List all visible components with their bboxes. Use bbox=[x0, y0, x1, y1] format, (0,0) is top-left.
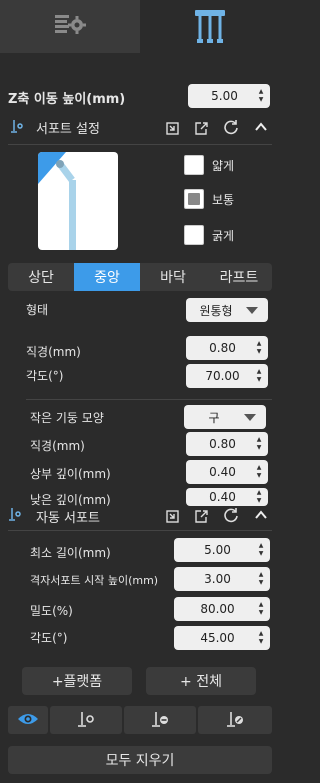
tab-bottom[interactable]: 바닥 bbox=[140, 263, 206, 291]
spin-arrows-icon[interactable]: ▲ ▼ bbox=[253, 488, 265, 506]
shape-value: 원통형 bbox=[199, 303, 233, 318]
diameter-label: 직경(mm) bbox=[26, 345, 81, 359]
z-move-label: Z축 이동 높이(mm) bbox=[8, 92, 126, 107]
shape-select[interactable]: 원통형 bbox=[186, 298, 268, 322]
add-all-button[interactable]: + 전체 bbox=[146, 667, 256, 695]
auto-angle-label: 각도(°) bbox=[30, 631, 68, 645]
auto-support-small-icon bbox=[8, 506, 22, 525]
reset-icon[interactable] bbox=[222, 506, 240, 524]
angle-label: 각도(°) bbox=[26, 369, 64, 383]
top-depth-input[interactable]: 0.40 ▲ ▼ bbox=[186, 460, 268, 484]
small-diameter-input[interactable]: 0.80 ▲ ▼ bbox=[186, 432, 268, 456]
grid-start-height-value: 3.00 bbox=[204, 572, 231, 586]
small-pillar-value: 구 bbox=[208, 410, 220, 425]
spin-arrows-icon[interactable]: ▲ ▼ bbox=[253, 460, 265, 484]
spin-arrows-icon[interactable]: ▲ ▼ bbox=[253, 364, 265, 388]
export-icon[interactable] bbox=[192, 119, 210, 137]
tab-middle[interactable]: 중앙 bbox=[74, 263, 140, 291]
density-value: 80.00 bbox=[200, 602, 235, 616]
small-diameter-label: 직경(mm) bbox=[30, 439, 85, 453]
collapse-icon[interactable] bbox=[252, 118, 270, 136]
visibility-toggle[interactable] bbox=[8, 706, 48, 734]
collapse-icon[interactable] bbox=[252, 506, 270, 524]
auto-support-title: 자동 서포트 bbox=[36, 511, 100, 526]
diameter-input[interactable]: 0.80 ▲ ▼ bbox=[186, 336, 268, 360]
spin-arrows-icon[interactable]: ▲ ▼ bbox=[255, 626, 267, 650]
tab-top[interactable]: 상단 bbox=[8, 263, 74, 291]
tab-settings[interactable] bbox=[0, 0, 140, 53]
top-depth-label: 상부 깊이(mm) bbox=[30, 467, 111, 481]
low-depth-value: 0.40 bbox=[209, 490, 236, 504]
divider bbox=[26, 399, 272, 400]
eye-icon bbox=[17, 712, 39, 729]
z-move-input[interactable]: 5.00 ▲ ▼ bbox=[188, 84, 270, 108]
min-length-label: 최소 길이(mm) bbox=[30, 546, 111, 560]
divider bbox=[8, 144, 272, 145]
density-input[interactable]: 80.00 ▲ ▼ bbox=[174, 597, 270, 621]
angle-value: 70.00 bbox=[205, 369, 240, 383]
thick-label: 굵게 bbox=[212, 229, 235, 243]
spin-arrows-icon[interactable]: ▲ ▼ bbox=[255, 538, 267, 562]
chevron-down-icon bbox=[244, 413, 256, 421]
min-length-value: 5.00 bbox=[204, 543, 231, 557]
small-pillar-select[interactable]: 구 bbox=[184, 405, 266, 429]
grid-start-height-label: 격자서포트 시작 높이(mm) bbox=[30, 574, 159, 587]
low-depth-input[interactable]: 0.40 ▲ ▼ bbox=[186, 488, 268, 506]
import-icon[interactable] bbox=[164, 507, 182, 525]
min-length-input[interactable]: 5.00 ▲ ▼ bbox=[174, 538, 270, 562]
export-icon[interactable] bbox=[192, 507, 210, 525]
remove-support-icon bbox=[150, 709, 170, 732]
add-platform-button[interactable]: +플랫폼 bbox=[22, 667, 132, 695]
support-structure-icon bbox=[192, 7, 228, 50]
spin-arrows-icon[interactable]: ▲ ▼ bbox=[253, 432, 265, 456]
thin-checkbox[interactable] bbox=[184, 155, 204, 175]
spin-arrows-icon[interactable]: ▲ ▼ bbox=[255, 567, 267, 591]
add-support-icon bbox=[76, 709, 96, 732]
z-move-value: 5.00 bbox=[211, 89, 238, 103]
shape-label: 형태 bbox=[26, 303, 49, 317]
tab-support[interactable] bbox=[140, 0, 280, 56]
support-small-icon bbox=[10, 118, 24, 137]
grid-start-height-input[interactable]: 3.00 ▲ ▼ bbox=[174, 567, 270, 591]
spin-arrows-icon[interactable]: ▲ ▼ bbox=[255, 84, 267, 108]
support-settings-title: 서포트 설정 bbox=[36, 122, 100, 137]
divider bbox=[8, 530, 272, 531]
edit-support-icon bbox=[225, 709, 245, 732]
top-depth-value: 0.40 bbox=[209, 465, 236, 479]
diameter-value: 0.80 bbox=[209, 341, 236, 355]
settings-list-icon bbox=[52, 12, 88, 41]
auto-angle-input[interactable]: 45.00 ▲ ▼ bbox=[174, 626, 270, 650]
angle-input[interactable]: 70.00 ▲ ▼ bbox=[186, 364, 268, 388]
low-depth-label: 낮은 깊이(mm) bbox=[30, 493, 111, 507]
reset-icon[interactable] bbox=[222, 118, 240, 136]
edit-support-tool[interactable] bbox=[198, 706, 272, 734]
thin-label: 얇게 bbox=[212, 159, 235, 173]
small-pillar-label: 작은 기둥 모양 bbox=[30, 411, 104, 425]
auto-angle-value: 45.00 bbox=[200, 631, 235, 645]
spin-arrows-icon[interactable]: ▲ ▼ bbox=[255, 597, 267, 621]
normal-label: 보통 bbox=[212, 193, 235, 207]
thick-checkbox[interactable] bbox=[184, 225, 204, 245]
normal-checkbox[interactable] bbox=[184, 189, 204, 209]
support-preview-image bbox=[38, 152, 118, 250]
tab-raft[interactable]: 라프트 bbox=[206, 263, 272, 291]
spin-arrows-icon[interactable]: ▲ ▼ bbox=[253, 336, 265, 360]
chevron-down-icon bbox=[246, 306, 258, 314]
remove-support-tool[interactable] bbox=[124, 706, 196, 734]
small-diameter-value: 0.80 bbox=[209, 437, 236, 451]
clear-all-button[interactable]: 모두 지우기 bbox=[8, 746, 272, 774]
add-support-tool[interactable] bbox=[50, 706, 122, 734]
import-icon[interactable] bbox=[164, 119, 182, 137]
density-label: 밀도(%) bbox=[30, 604, 73, 618]
